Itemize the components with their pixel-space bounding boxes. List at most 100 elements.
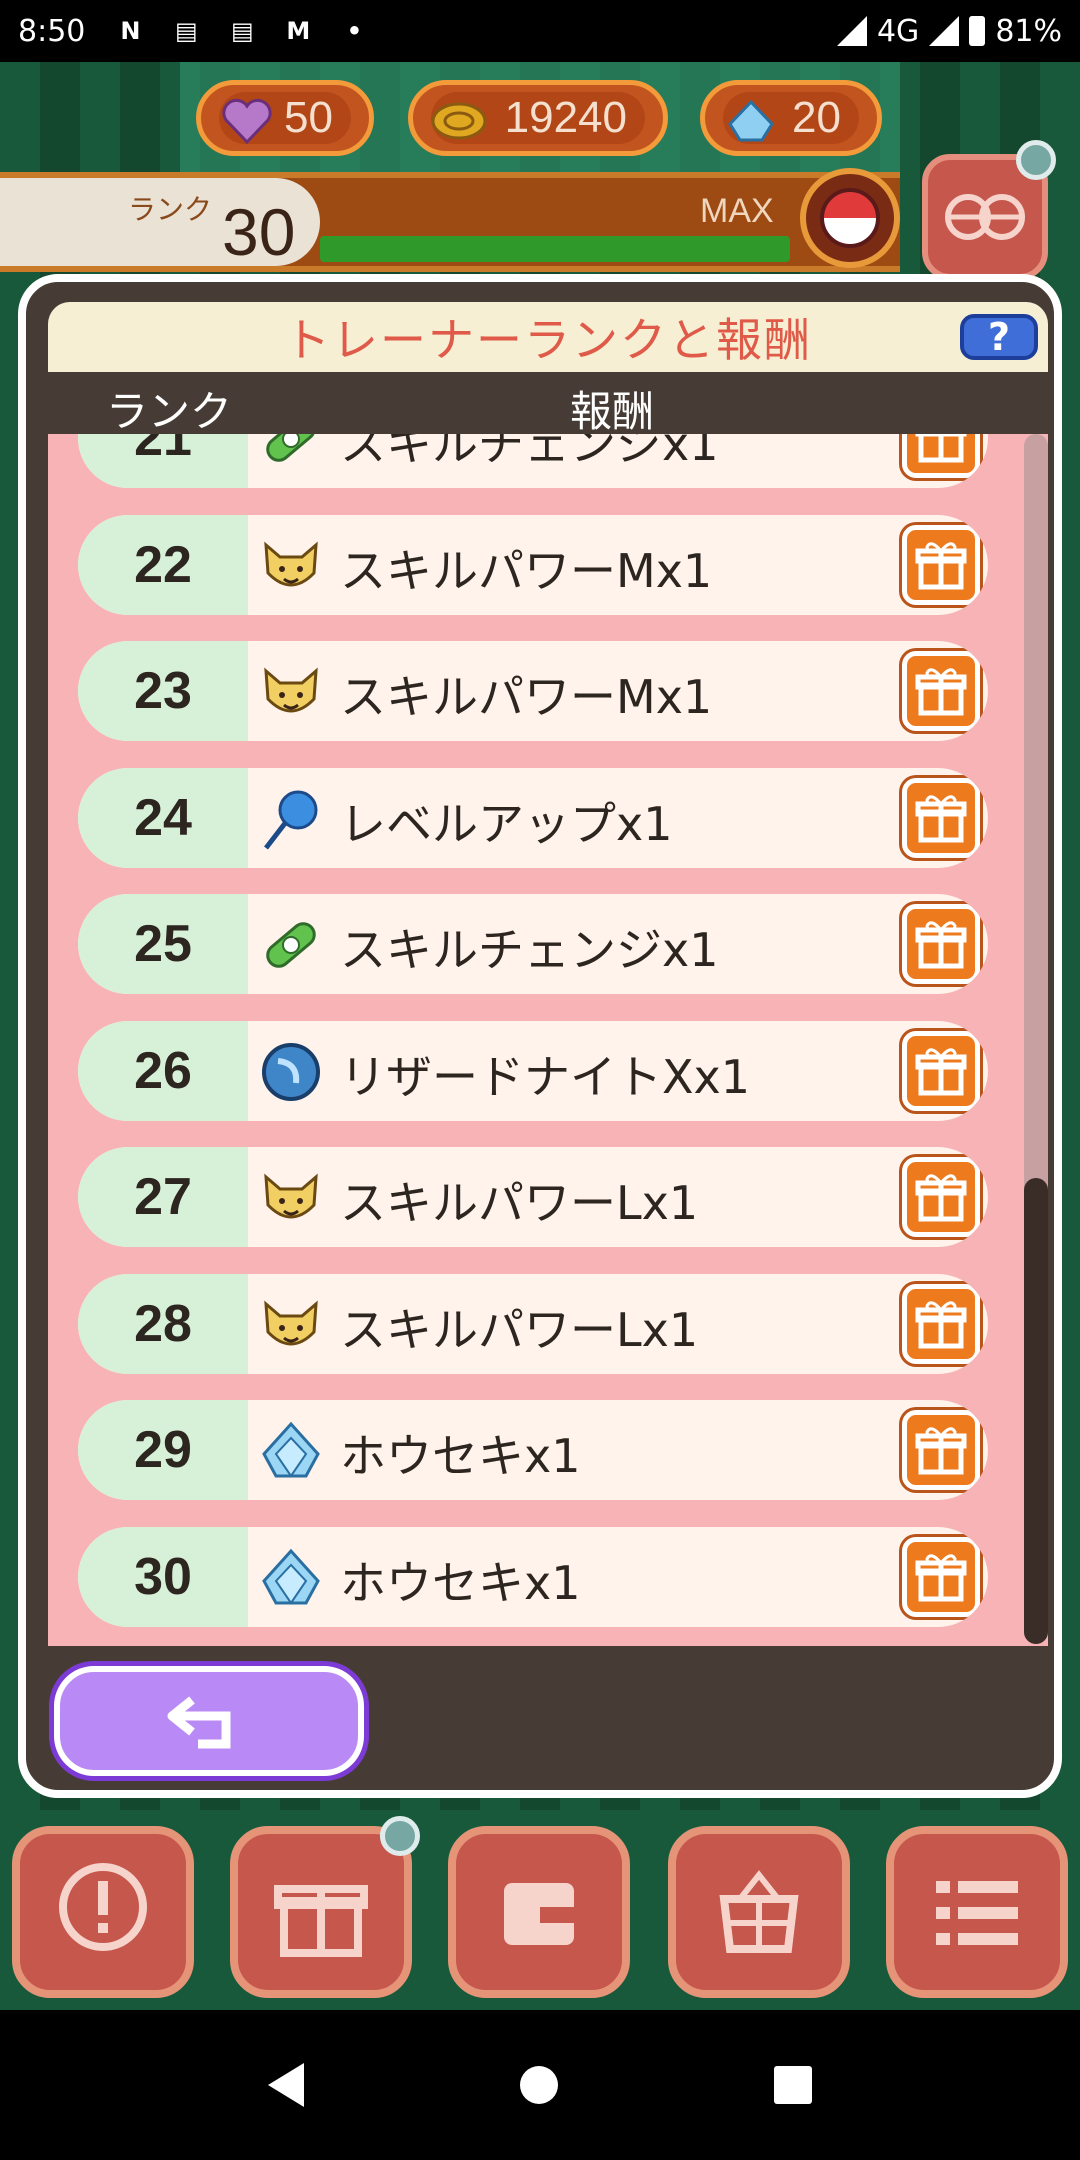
newspaper-icon-2: ▤ — [231, 17, 254, 45]
reward-gift-button[interactable] — [902, 1410, 980, 1490]
trainer-rank-modal: トレーナーランクと報酬 ? ランク 報酬 21 スキルチェンジx1 22 スキルパワー… — [18, 274, 1062, 1798]
reward-rank: 28 — [78, 1273, 248, 1374]
reward-gift-button[interactable] — [902, 1157, 980, 1237]
reward-item: スキルチェンジx1 — [340, 923, 719, 977]
coins-counter: 19240 — [408, 80, 668, 156]
reward-rank: 24 — [78, 767, 248, 868]
coin-icon — [431, 93, 487, 149]
modal-header: トレーナーランクと報酬 ? — [48, 302, 1048, 372]
rank-max-label: MAX — [700, 192, 774, 230]
reward-rank: 27 — [78, 1147, 248, 1247]
menu-list-button[interactable] — [886, 1826, 1068, 1998]
reward-rank: 23 — [78, 641, 248, 741]
notice-button[interactable] — [12, 1826, 194, 1998]
hearts-value: 50 — [284, 93, 333, 142]
reward-item: スキルパワーLx1 — [340, 1176, 699, 1230]
reward-rank: 26 — [78, 1020, 248, 1121]
reward-gift-button[interactable] — [902, 1536, 980, 1617]
skill-power-icon — [258, 1165, 324, 1231]
shop-button[interactable] — [668, 1826, 850, 1998]
reward-gift-button[interactable] — [902, 651, 980, 731]
newspaper-icon: ▤ — [175, 17, 198, 45]
reward-row: 30 ホウセキx1 — [78, 1526, 988, 1627]
wallet-button[interactable] — [448, 1826, 630, 1998]
skill-change-icon — [258, 434, 324, 472]
rank-panel: ランク 30 — [0, 178, 320, 269]
reward-gift-button[interactable] — [902, 777, 980, 858]
bottom-menu — [0, 1810, 1080, 2010]
help-button[interactable]: ? — [960, 314, 1038, 360]
reward-item: スキルチェンジx1 — [340, 434, 719, 471]
nav-home-icon[interactable] — [520, 2066, 558, 2104]
column-reward-label: 報酬 — [570, 387, 655, 436]
skill-power-icon — [258, 659, 324, 725]
reward-row: 27 スキルパワーLx1 — [78, 1147, 988, 1247]
heart-icon — [219, 93, 275, 149]
reward-gift-button[interactable] — [902, 1030, 980, 1111]
gems-value: 20 — [792, 93, 841, 142]
reward-rank: 30 — [78, 1526, 248, 1627]
column-rank-label: ランク — [106, 387, 233, 436]
back-button[interactable] — [54, 1666, 364, 1776]
cell-signal-icon — [929, 16, 960, 46]
rank-bar: ランク 30 MAX — [0, 172, 900, 272]
reward-row: 24 レベルアップx1 — [78, 767, 988, 868]
basket-icon — [719, 1870, 799, 1953]
reward-item: ホウセキx1 — [340, 1429, 581, 1483]
reward-item: レベルアップx1 — [340, 796, 673, 851]
reward-rank: 29 — [78, 1400, 248, 1500]
gem-icon — [723, 93, 779, 149]
jewel-icon — [258, 1545, 324, 1611]
nav-recents-icon[interactable] — [774, 2066, 812, 2104]
android-nav-bar — [0, 2010, 1080, 2160]
reward-rank: 21 — [78, 434, 248, 488]
rank-value: 30 — [222, 195, 296, 269]
network-type: 4G — [876, 13, 920, 49]
notification-dot — [1016, 140, 1056, 180]
reward-row: 23 スキルパワーMx1 — [78, 641, 988, 741]
trainer-crown-badge[interactable] — [800, 168, 900, 268]
gift-notification-dot — [380, 1816, 420, 1856]
reward-row: 26 リザードナイトXx1 — [78, 1020, 988, 1121]
skill-change-icon — [258, 912, 324, 978]
mega-stone-icon — [258, 1039, 324, 1105]
reward-item: スキルパワーMx1 — [340, 670, 713, 724]
coins-value: 19240 — [504, 93, 627, 142]
return-arrow-icon — [167, 1696, 231, 1749]
scrollbar-thumb[interactable] — [1024, 1178, 1048, 1644]
gift-menu-button[interactable] — [230, 1826, 412, 1998]
reward-gift-button[interactable] — [902, 1283, 980, 1364]
reward-row: 28 スキルパワーLx1 — [78, 1273, 988, 1374]
reward-gift-button[interactable] — [902, 524, 980, 605]
reward-row: 22 スキルパワーMx1 — [78, 514, 988, 615]
reward-gift-button[interactable] — [902, 434, 980, 478]
dot-icon: • — [346, 17, 363, 45]
reward-row: 25 スキルチェンジx1 — [78, 894, 988, 994]
reward-row: 29 ホウセキx1 — [78, 1400, 988, 1500]
news-app-icon: N — [120, 17, 141, 45]
pokeballs-icon — [945, 194, 1025, 240]
skill-power-icon — [258, 533, 324, 599]
gmail-icon: M — [286, 17, 311, 45]
reward-rank: 25 — [78, 894, 248, 994]
pokeball-icon — [820, 188, 880, 248]
jewel-icon — [258, 1418, 324, 1484]
reward-gift-button[interactable] — [902, 904, 980, 984]
reward-item: リザードナイトXx1 — [340, 1049, 751, 1104]
battery-icon — [969, 16, 986, 46]
exclamation-bubble-icon — [59, 1863, 147, 1951]
nav-back-icon[interactable] — [268, 2063, 304, 2107]
reward-item: スキルパワーLx1 — [340, 1302, 699, 1357]
reward-item: スキルパワーMx1 — [340, 543, 713, 598]
battery-percent: 81% — [995, 13, 1062, 49]
wifi-signal-icon — [836, 16, 867, 46]
rank-progress-bar — [320, 236, 790, 262]
reward-item: ホウセキx1 — [340, 1555, 581, 1610]
wallet-icon — [504, 1883, 574, 1945]
level-up-candy-icon — [258, 786, 324, 852]
reward-list[interactable]: 21 スキルチェンジx1 22 スキルパワーMx1 23 スキルパワーMx1 24 レベルアッ… — [48, 434, 1048, 1646]
skill-power-icon — [258, 1292, 324, 1358]
reward-row: 21 スキルチェンジx1 — [78, 434, 988, 488]
list-icon — [936, 1881, 1018, 1945]
gems-counter: 20 — [700, 80, 882, 156]
